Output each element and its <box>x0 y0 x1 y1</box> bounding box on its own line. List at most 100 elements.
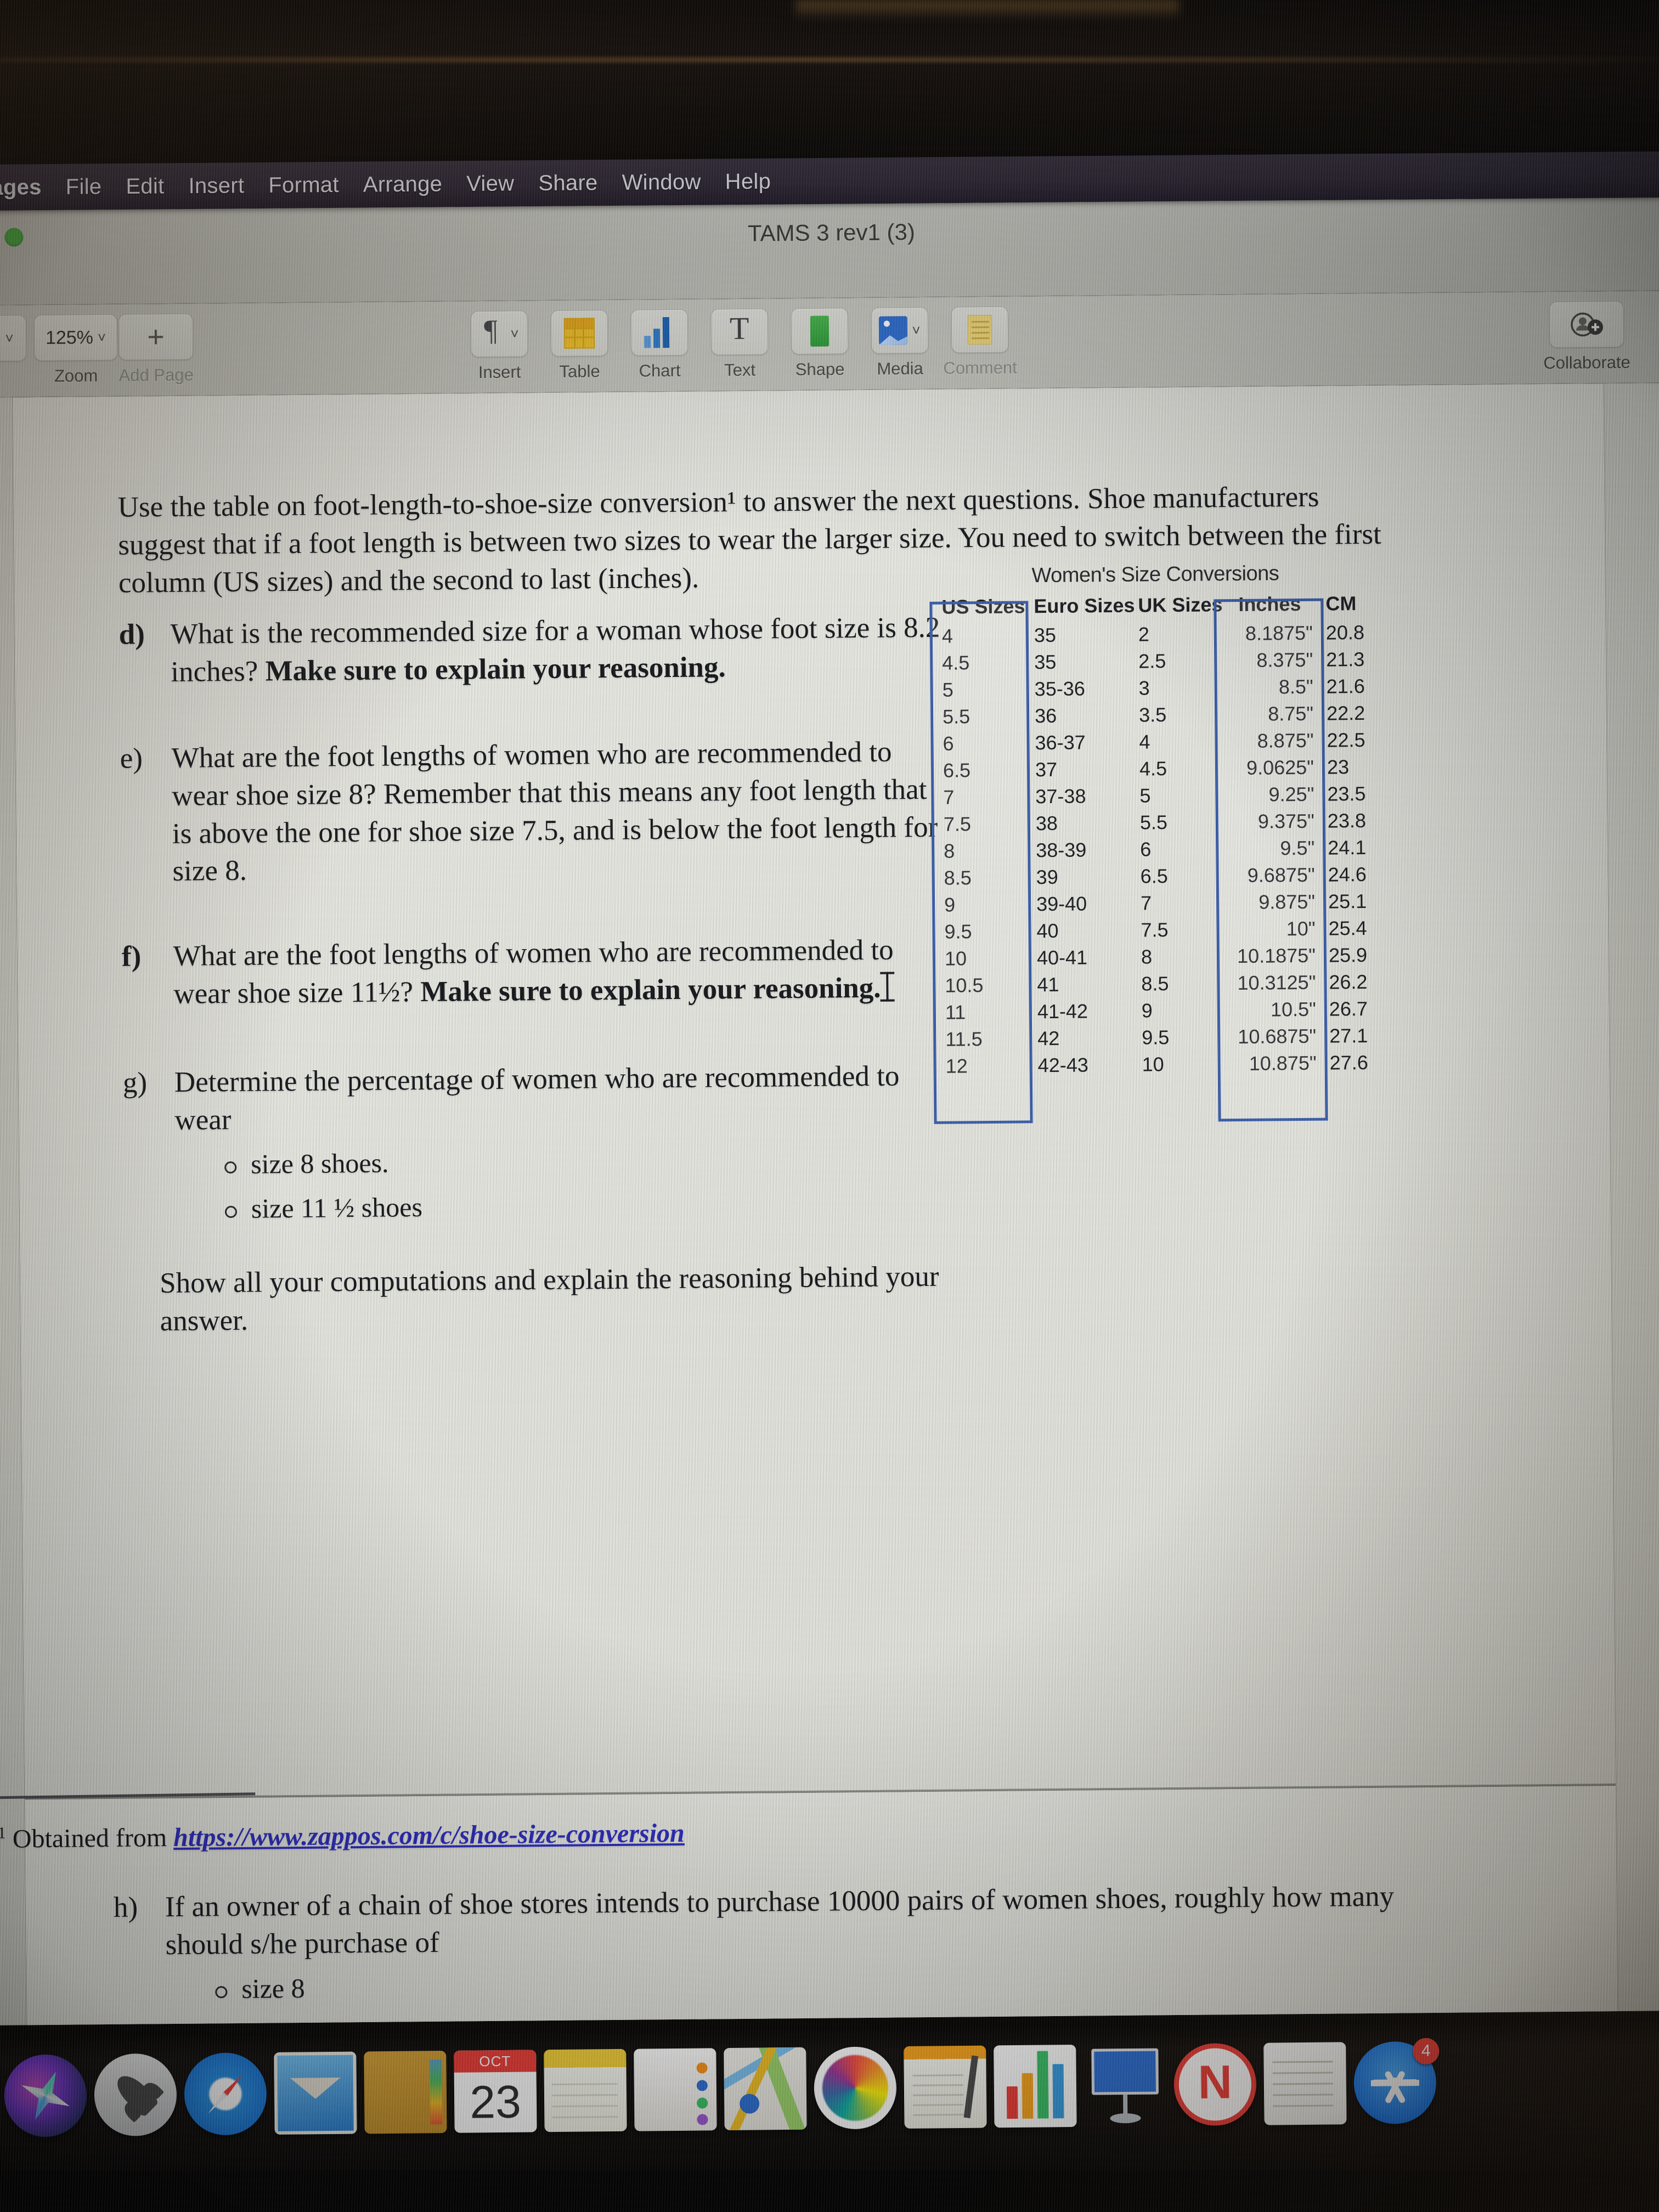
show-computations-paragraph: Show all your computations and explain t… <box>159 1260 939 1337</box>
cell-cm: 27.1 <box>1329 1024 1368 1047</box>
chart-button[interactable] <box>630 309 689 356</box>
menu-item-window[interactable]: Window <box>610 170 713 195</box>
dock-item-calendar[interactable]: OCT 23 <box>454 2050 537 2133</box>
toolbar-table[interactable]: Table <box>546 309 613 382</box>
list-item: size 8 shoes. <box>224 1141 947 1182</box>
add-page-control[interactable]: + Add Page <box>118 313 194 386</box>
menu-item-view[interactable]: View <box>454 171 527 196</box>
size-conversion-table-image[interactable]: Women's Size Conversions US Sizes Euro S… <box>929 561 1379 1124</box>
dock-item-keynote[interactable] <box>1084 2044 1166 2126</box>
table-row: 5 35-36 3 8.5" 21.6 <box>936 673 1375 703</box>
circle-bullet-icon <box>215 1985 228 1999</box>
question-list: d) What is the recommended size for a wo… <box>119 609 947 1341</box>
cell-us: 11.5 <box>945 1027 983 1051</box>
cell-euro: 35-36 <box>1034 676 1085 700</box>
cell-us: 9.5 <box>944 919 972 943</box>
dock-item-photos[interactable] <box>814 2046 897 2130</box>
cell-us: 4.5 <box>942 651 970 674</box>
size-table-title: Women's Size Conversions <box>1031 562 1279 588</box>
menu-item-share[interactable]: Share <box>526 171 610 196</box>
question-d: d) What is the recommended size for a wo… <box>119 609 942 692</box>
table-row: 6.5 37 4.5 9.0625" 23 <box>938 753 1376 784</box>
toolbar-text[interactable]: Text <box>707 308 773 380</box>
cell-uk: 6.5 <box>1140 864 1168 888</box>
dock-item-maps[interactable] <box>724 2047 807 2131</box>
comment-label: Comment <box>943 358 1017 378</box>
comment-button[interactable] <box>951 306 1009 353</box>
menu-item-edit[interactable]: Edit <box>114 174 176 199</box>
cell-inches: 10.5" <box>1270 997 1316 1020</box>
dock-item-nordvpn[interactable]: N <box>1173 2042 1257 2126</box>
view-menu-button[interactable]: ˅ <box>0 315 29 362</box>
dock-item-pages[interactable] <box>904 2045 987 2129</box>
document-title: TAMS 3 rev1 (3) <box>747 219 916 246</box>
cell-uk: 4.5 <box>1139 757 1167 780</box>
dock-item-contacts[interactable] <box>634 2048 717 2131</box>
calendar-day: 23 <box>469 2075 522 2128</box>
cell-us: 10 <box>944 946 967 970</box>
toolbar-chart[interactable]: Chart <box>627 309 693 381</box>
document-canvas[interactable]: Use the table on foot-length-to-shoe-siz… <box>0 382 1659 2025</box>
cell-uk: 10 <box>1142 1052 1164 1076</box>
menu-item-help[interactable]: Help <box>713 169 783 194</box>
add-page-button[interactable]: + <box>118 313 194 360</box>
menu-item-insert[interactable]: Insert <box>176 173 256 199</box>
cell-cm: 22.5 <box>1327 728 1365 752</box>
menu-item-file[interactable]: File <box>54 174 114 200</box>
circle-bullet-icon <box>224 1205 238 1218</box>
cell-uk: 2.5 <box>1138 649 1166 673</box>
cell-cm: 22.2 <box>1326 701 1365 725</box>
question-g-label: g) <box>122 1066 148 1099</box>
cell-uk: 8 <box>1141 945 1153 968</box>
collaborate-button[interactable] <box>1549 301 1624 348</box>
question-e-text: What are the foot lengths of women who a… <box>171 736 938 888</box>
dock-item-mail[interactable] <box>274 2051 357 2135</box>
table-button[interactable] <box>550 309 608 357</box>
dock-item-launchpad[interactable] <box>94 2053 177 2137</box>
zoom-control[interactable]: 125% ˅ Zoom <box>33 314 118 386</box>
cell-us: 6 <box>943 732 954 755</box>
dock-item-safari[interactable] <box>184 2052 267 2136</box>
cell-inches: 10.6875" <box>1238 1024 1317 1048</box>
zoom-select[interactable]: 125% ˅ <box>33 314 118 362</box>
toolbar-collaborate[interactable]: Collaborate <box>1532 301 1642 374</box>
menu-item-pages[interactable]: Pages <box>0 174 54 200</box>
insert-button[interactable]: ˅ <box>470 311 528 358</box>
question-f-label: f) <box>121 940 142 973</box>
shape-button[interactable] <box>791 308 849 355</box>
pages-window: TAMS 3 rev1 (3) ˅ 125% ˅ Zoom + Add Page… <box>0 194 1659 2025</box>
cell-us: 11 <box>945 1000 966 1024</box>
cell-uk: 4 <box>1139 730 1150 753</box>
toolbar-shape[interactable]: Shape <box>787 308 853 380</box>
dock-item-siri[interactable] <box>4 2054 87 2137</box>
cell-euro: 39 <box>1036 865 1058 888</box>
bezel-light-glare <box>795 0 1180 20</box>
menu-item-arrange[interactable]: Arrange <box>351 172 455 197</box>
dock-item-notes[interactable] <box>544 2049 627 2132</box>
footnote-source-link[interactable]: https://www.zappos.com/c/shoe-size-conve… <box>173 1819 685 1852</box>
comment-note-icon <box>967 314 992 345</box>
table-grid-icon <box>563 318 595 349</box>
toolbar-media[interactable]: ˅ Media <box>867 307 933 379</box>
toolbar-insert[interactable]: ˅ Insert <box>466 311 533 382</box>
dock-item-appstore[interactable]: 4 <box>1353 2038 1440 2125</box>
list-item: size 11 ½ shoes <box>224 1185 947 1227</box>
cell-inches: 10.1875" <box>1237 944 1316 967</box>
cell-us: 4 <box>941 624 953 647</box>
dock-items[interactable]: OCT 23 N 4 <box>4 2038 1659 2159</box>
circle-bullet-icon <box>224 1161 237 1174</box>
cell-inches: 9.5" <box>1280 836 1315 859</box>
cell-inches: 9.875" <box>1259 890 1316 913</box>
mail-envelope-icon <box>274 2051 357 2135</box>
dock-item-numbers[interactable] <box>994 2044 1077 2128</box>
dock-item-finder[interactable] <box>364 2050 447 2134</box>
menu-item-format[interactable]: Format <box>256 172 351 198</box>
zoom-label: Zoom <box>54 366 98 386</box>
dock-item-textedit[interactable] <box>1263 2042 1347 2125</box>
size-table-header-row: US Sizes Euro Sizes UK Sizes Inches CM <box>936 588 1375 623</box>
media-button[interactable]: ˅ <box>871 307 929 354</box>
text-button[interactable] <box>710 308 769 356</box>
toolbar-comment[interactable]: Comment <box>943 306 1017 379</box>
pages-document-icon <box>904 2045 987 2129</box>
cell-uk: 5 <box>1139 783 1151 807</box>
